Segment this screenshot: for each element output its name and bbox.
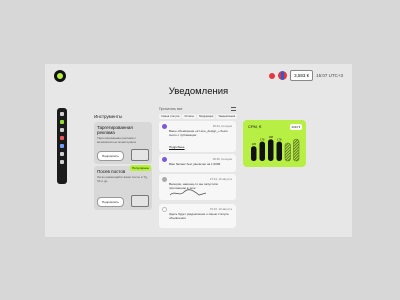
info-icon — [162, 207, 167, 212]
tool-illustration — [131, 149, 149, 161]
cpm-bar-label: 135 — [252, 142, 257, 146]
notification-item[interactable]: 15:10, 10 августа Здесь будет уведомлени… — [159, 204, 236, 228]
active-icon[interactable] — [60, 120, 64, 124]
tool-card-description: Легко размещайте ваши посты в Tg, Vk и д… — [97, 175, 148, 183]
sort-icon[interactable] — [231, 106, 236, 111]
cpm-chart-card: CPM, € 2024 ▾ 135 178 198 178 — [243, 120, 306, 167]
page-title: Уведомления — [168, 86, 229, 97]
chat-icon[interactable] — [60, 128, 64, 132]
cpm-bar[interactable] — [284, 142, 291, 162]
tool-card-description: Таргетированная реклама с возможностью м… — [97, 136, 136, 144]
notification-item[interactable]: 18:44, Сегодня Ваше объявление «2 Lime_d… — [159, 121, 236, 152]
app-logo[interactable] — [54, 70, 66, 82]
cpm-bar[interactable] — [251, 146, 257, 161]
tool-card: Таргетированная реклама Таргетированная … — [94, 122, 152, 164]
notification-date: 27:44, 10 августа — [209, 177, 232, 181]
payment-icon — [162, 157, 167, 162]
connect-button[interactable]: Подключить — [97, 151, 124, 161]
user-avatar-icon — [162, 177, 167, 182]
notification-text: Здесь будет уведомление о смене статуса … — [169, 212, 229, 220]
app-window: Уведомления 3,583 € 15:07 UTC+3 Инструме… — [45, 64, 352, 237]
connect-button[interactable]: Подключить — [97, 197, 124, 207]
filter-chip-payments[interactable]: Оплаты — [182, 114, 197, 119]
tool-card-title: Таргетированная реклама — [97, 125, 133, 135]
notification-dot-icon — [269, 72, 276, 79]
clock-display: 15:07 UTC+3 — [316, 73, 343, 78]
notification-text: Ваш баланс был увеличен на 1,500€ — [169, 162, 221, 166]
cpm-bar[interactable] — [293, 138, 300, 162]
side-rail — [57, 108, 67, 184]
tool-card: Популярное Посев постов Легко размещайте… — [94, 165, 152, 210]
notification-item[interactable]: 27:44, 10 августа Валерия, наконец-то мы… — [159, 174, 236, 200]
balance-display[interactable]: 3,583 € — [290, 70, 314, 81]
notification-item[interactable]: 08:36, Сегодня Ваш баланс был увеличен н… — [159, 154, 236, 172]
doodle-illustration — [169, 189, 207, 196]
filter-chips: Смена статуса Оплаты Модерация Уведомлен… — [159, 114, 238, 119]
filter-chip-moderation[interactable]: Модерация — [197, 114, 216, 119]
cpm-bar[interactable] — [259, 141, 266, 161]
filter-chip-notifications[interactable]: Уведомления — [216, 114, 238, 119]
folder-icon[interactable] — [60, 152, 64, 156]
feed-header: Прочитать все — [159, 105, 236, 112]
popular-badge: Популярное — [130, 165, 151, 171]
mail-icon[interactable] — [60, 144, 64, 148]
cpm-bar-label: 198 — [269, 135, 274, 139]
avatar[interactable] — [278, 71, 288, 80]
cpm-bar-chart: 135178198178 — [251, 135, 300, 162]
notification-date: 15:10, 10 августа — [209, 207, 232, 211]
cpm-bar-label: 178 — [277, 137, 282, 141]
home-icon[interactable] — [60, 112, 64, 116]
cpm-bar[interactable] — [276, 141, 283, 161]
cpm-bar[interactable] — [268, 139, 274, 161]
filter-chip-status[interactable]: Смена статуса — [159, 114, 182, 119]
top-bar: 3,583 € 15:07 UTC+3 — [269, 70, 343, 81]
tool-illustration — [131, 195, 149, 207]
mark-all-read-link[interactable]: Прочитать все — [159, 107, 182, 111]
tools-title: Инструменты — [94, 114, 123, 119]
notification-status-icon — [162, 124, 167, 129]
notification-text: Ваше объявление «2 Lime_design_» было сн… — [169, 129, 228, 137]
cpm-bar-label: 178 — [260, 137, 265, 141]
notification-date: 18:44, Сегодня — [212, 124, 232, 128]
settings-icon[interactable] — [60, 160, 64, 164]
notification-date: 08:36, Сегодня — [212, 157, 232, 161]
alerts-icon[interactable] — [60, 136, 64, 140]
details-link[interactable]: Подробнее — [169, 145, 185, 149]
